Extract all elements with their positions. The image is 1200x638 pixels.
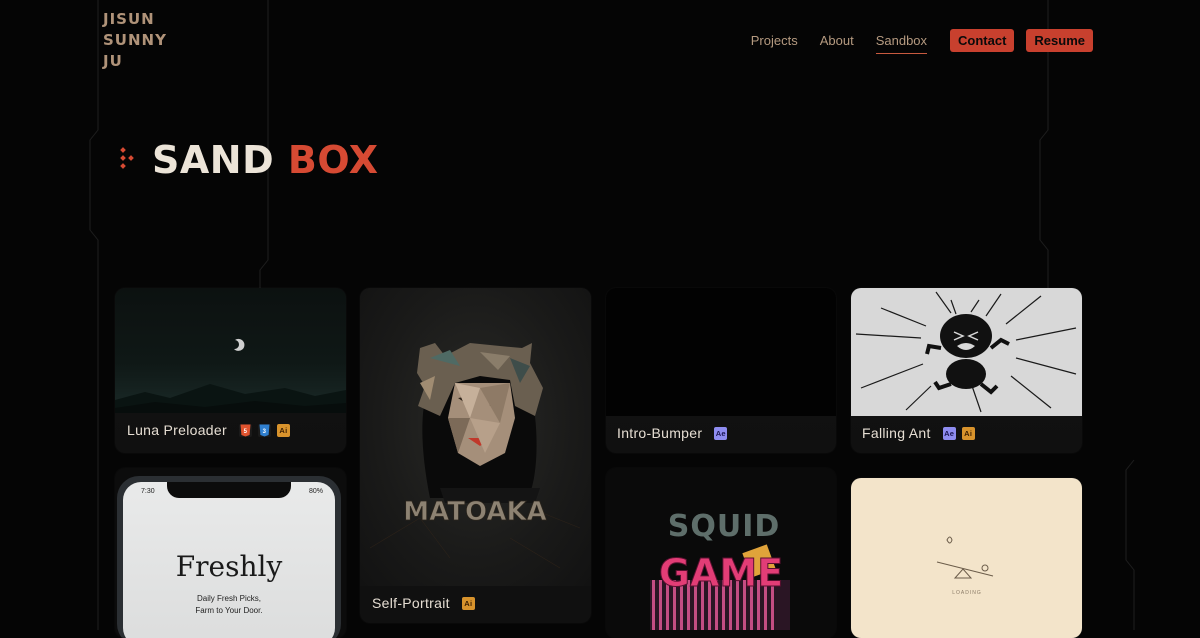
phone-screen: 7:30 80% Freshly Daily Fresh Picks, Farm…	[123, 482, 335, 638]
intro-bumper-thumbnail	[606, 288, 836, 416]
card-label: Self-Portrait Ai	[372, 595, 481, 611]
nav-sandbox[interactable]: Sandbox	[875, 29, 928, 54]
low-poly-portrait-image: MATOAKA	[369, 343, 581, 569]
contact-button[interactable]: Contact	[950, 29, 1015, 52]
app-tagline-1: Daily Fresh Picks,	[196, 594, 261, 603]
nav-about[interactable]: About	[820, 29, 854, 52]
html5-icon: 5	[238, 423, 252, 437]
main-nav: Projects About Sandbox Contact Resume	[729, 29, 1093, 54]
card-loading-animation[interactable]: LOADING	[851, 478, 1082, 638]
html5-icon-label: 5	[244, 429, 248, 435]
after-effects-icon: Ae	[714, 426, 728, 440]
illustrator-icon: Ai	[961, 426, 975, 440]
card-falling-ant[interactable]: Falling Ant Ae Ai	[851, 288, 1082, 453]
luna-preloader-thumbnail	[115, 288, 346, 413]
card-label: Falling Ant Ae Ai	[862, 425, 981, 441]
diamond-dots-icon	[120, 147, 134, 169]
squid-game-artwork: SQUID GAME	[650, 509, 790, 630]
phone-notch	[167, 482, 291, 498]
nav-projects[interactable]: Projects	[751, 29, 798, 52]
app-brand-name: Freshly	[175, 550, 283, 583]
phone-battery: 80%	[308, 488, 323, 495]
tool-badges: 5 3 Ai	[238, 423, 296, 437]
card-title: Intro-Bumper	[617, 425, 703, 441]
page-title-word-2: BOX	[287, 138, 379, 182]
phone-mockup: 7:30 80% Freshly Daily Fresh Picks, Farm…	[117, 476, 341, 638]
css3-icon: 3	[257, 423, 271, 437]
app-tagline-2: Farm to Your Door.	[195, 606, 263, 615]
falling-ant-thumbnail	[851, 288, 1082, 416]
page-heading: SAND BOX	[118, 138, 379, 182]
logo-line-1: JISUN	[103, 10, 155, 28]
page-title: SAND BOX	[152, 138, 379, 182]
phone-time: 7:30	[141, 488, 155, 495]
self-portrait-thumbnail: MATOAKA	[360, 288, 591, 586]
ant-illustration-image	[855, 291, 1077, 413]
resume-button[interactable]: Resume	[1026, 29, 1093, 52]
logo-line-3: JU	[103, 52, 123, 70]
card-title: Falling Ant	[862, 425, 931, 441]
illustrator-icon: Ai	[461, 596, 475, 610]
after-effects-icon: Ae	[942, 426, 956, 440]
card-intro-bumper[interactable]: Intro-Bumper Ae	[606, 288, 836, 453]
moon-landscape-image	[115, 338, 346, 413]
portrait-caption: MATOAKA	[403, 497, 547, 527]
page-title-word-1: SAND	[152, 138, 275, 182]
card-self-portrait[interactable]: MATOAKA Self-Portrait Ai	[360, 288, 591, 623]
card-label: Luna Preloader 5 3 Ai	[127, 422, 296, 438]
game-word: GAME	[659, 551, 783, 595]
card-title: Self-Portrait	[372, 595, 450, 611]
card-title: Luna Preloader	[127, 422, 227, 438]
card-label: Intro-Bumper Ae	[617, 425, 733, 441]
logo-line-2: SUNNY	[103, 31, 167, 49]
card-luna-preloader[interactable]: Luna Preloader 5 3 Ai	[115, 288, 346, 453]
site-logo[interactable]: JISUN SUNNY JU	[103, 9, 193, 72]
css3-icon-label: 3	[263, 429, 267, 435]
loading-text: LOADING	[952, 590, 982, 596]
illustrator-icon: Ai	[276, 423, 290, 437]
tool-badges: Ae Ai	[942, 426, 981, 440]
card-squid-game[interactable]: SQUID GAME	[606, 468, 836, 638]
tool-badges: Ae	[714, 426, 733, 440]
tool-badges: Ai	[461, 596, 481, 610]
card-freshly-app[interactable]: 7:30 80% Freshly Daily Fresh Picks, Farm…	[115, 468, 346, 638]
squid-word: SQUID	[668, 509, 781, 544]
seesaw-loading-illustration: LOADING	[936, 536, 994, 596]
